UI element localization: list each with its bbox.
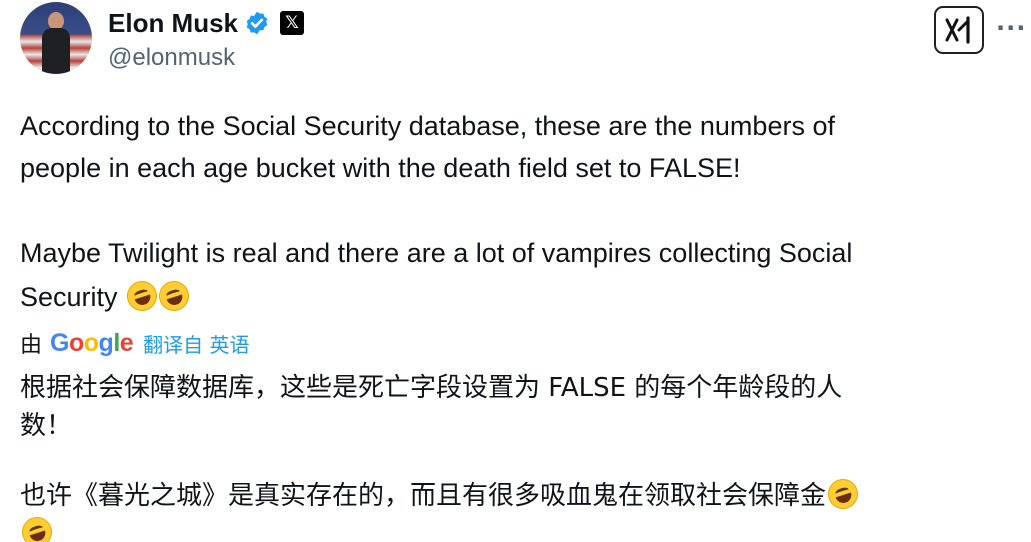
laughing-emoji-icon (824, 475, 862, 513)
translated-text-line-2: 数！ (20, 411, 73, 441)
author-handle[interactable]: @elonmusk (108, 44, 304, 72)
grok-button[interactable] (934, 6, 984, 54)
translated-text-line-1: 根据社会保障数据库，这些是死亡字段设置为 FALSE 的每个年龄段的人 (20, 373, 843, 403)
translated-from-link[interactable]: 翻译自 英语 (143, 329, 249, 358)
name-row: Elon Musk 𝕏 (108, 6, 305, 40)
laughing-emoji-icon (155, 277, 193, 315)
post-header: Elon Musk 𝕏 @elonmusk (20, 2, 305, 74)
grok-icon (945, 16, 970, 44)
translation-attribution: 由 Google 翻译自 英语 (20, 328, 250, 359)
post-text-line-2: people in each age bucket with the death… (20, 153, 741, 183)
google-logo: Google (50, 328, 134, 358)
avatar-person (42, 12, 70, 74)
google-letter-g: G (50, 328, 69, 357)
x-logo-icon[interactable]: 𝕏 (280, 11, 305, 35)
translated-text-line-3: 也许《暮光之城》是真实存在的，而且有很多吸血鬼在领取社会保障金 (20, 475, 862, 516)
translated-text-line-4 (20, 514, 52, 542)
more-icon[interactable]: ··· (996, 14, 1026, 42)
post-text-line-4: Security (20, 276, 193, 318)
post-text-security: Security (20, 282, 118, 312)
author-display-name[interactable]: Elon Musk (108, 8, 238, 39)
post-text-line-3: Maybe Twilight is real and there are a l… (20, 238, 853, 268)
translated-text-line-3-content: 也许《暮光之城》是真实存在的，而且有很多吸血鬼在领取社会保障金 (20, 481, 827, 511)
verified-badge-icon[interactable] (244, 10, 270, 36)
google-letter-o: o (83, 328, 99, 357)
google-letter-g: g (98, 328, 114, 357)
avatar[interactable] (20, 2, 92, 74)
laughing-emoji-icon (123, 277, 161, 315)
laughing-emoji-icon (20, 514, 52, 542)
google-letter-e: e (119, 328, 134, 357)
author-info: Elon Musk 𝕏 @elonmusk (108, 6, 305, 72)
post-text-line-1: According to the Social Security databas… (20, 111, 835, 141)
google-letter-o: o (68, 328, 84, 357)
translated-by-label: 由 (20, 333, 43, 358)
